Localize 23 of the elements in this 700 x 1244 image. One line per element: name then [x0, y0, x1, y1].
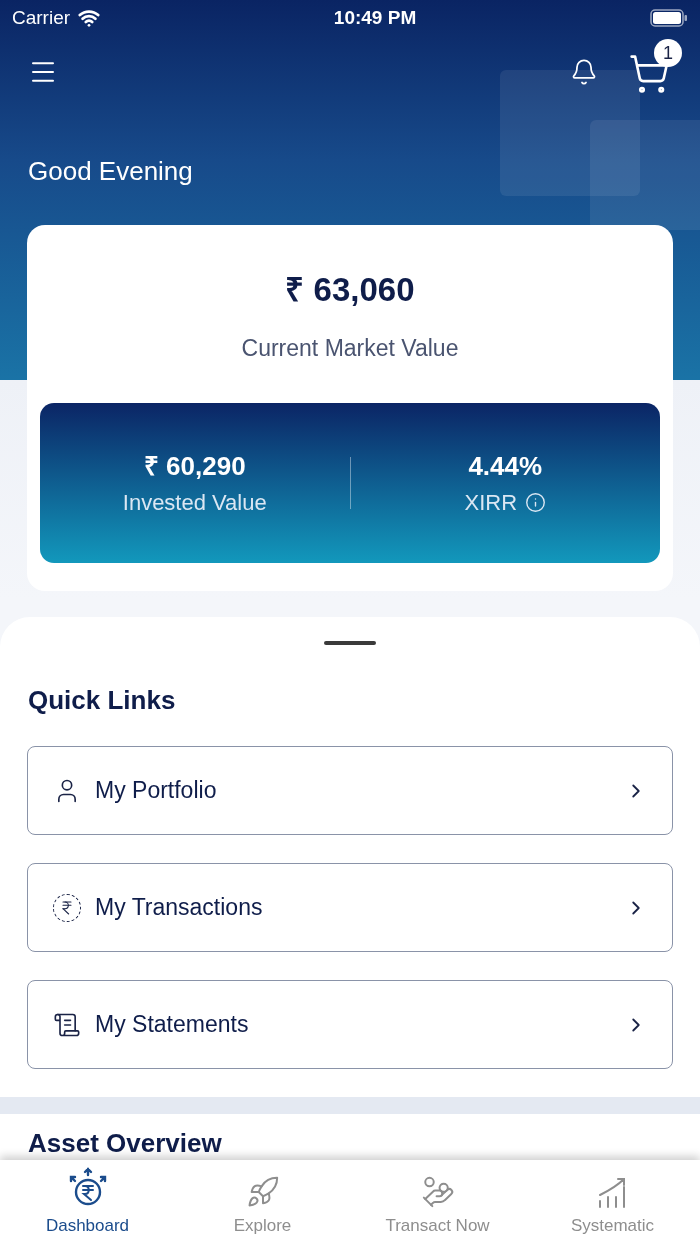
section-title: Asset Overview	[28, 1127, 223, 1160]
invested-value: ₹ 60,290	[143, 450, 246, 483]
section-title: Quick Links	[27, 684, 177, 717]
quick-link[interactable]: My Transactions	[27, 863, 673, 952]
tab-item[interactable]: Dashboard	[0, 1160, 175, 1244]
battery-icon	[650, 9, 688, 27]
cart-count-badge: 1	[654, 39, 682, 67]
quick-link[interactable]: My Statements	[27, 980, 673, 1069]
carrier-label: Carrier	[12, 5, 71, 30]
cart-button[interactable]: 1	[628, 39, 682, 95]
xirr-label: XIRR	[464, 489, 518, 517]
market-value-label: Current Market Value	[241, 333, 459, 363]
quick-link[interactable]: My Portfolio	[27, 746, 673, 835]
invested-value-label: Invested Value	[122, 489, 267, 517]
drag-handle[interactable]	[324, 641, 376, 645]
notification-bell-button[interactable]	[570, 58, 598, 86]
market-value: ₹ 63,060	[285, 270, 415, 310]
wifi-icon	[78, 7, 101, 29]
info-icon[interactable]	[525, 492, 547, 513]
clock-time: 10:49 PM	[333, 5, 417, 30]
hand-coin-icon	[420, 1174, 455, 1209]
xirr-value: 4.44%	[468, 450, 543, 483]
greeting: Good Evening	[27, 155, 194, 188]
